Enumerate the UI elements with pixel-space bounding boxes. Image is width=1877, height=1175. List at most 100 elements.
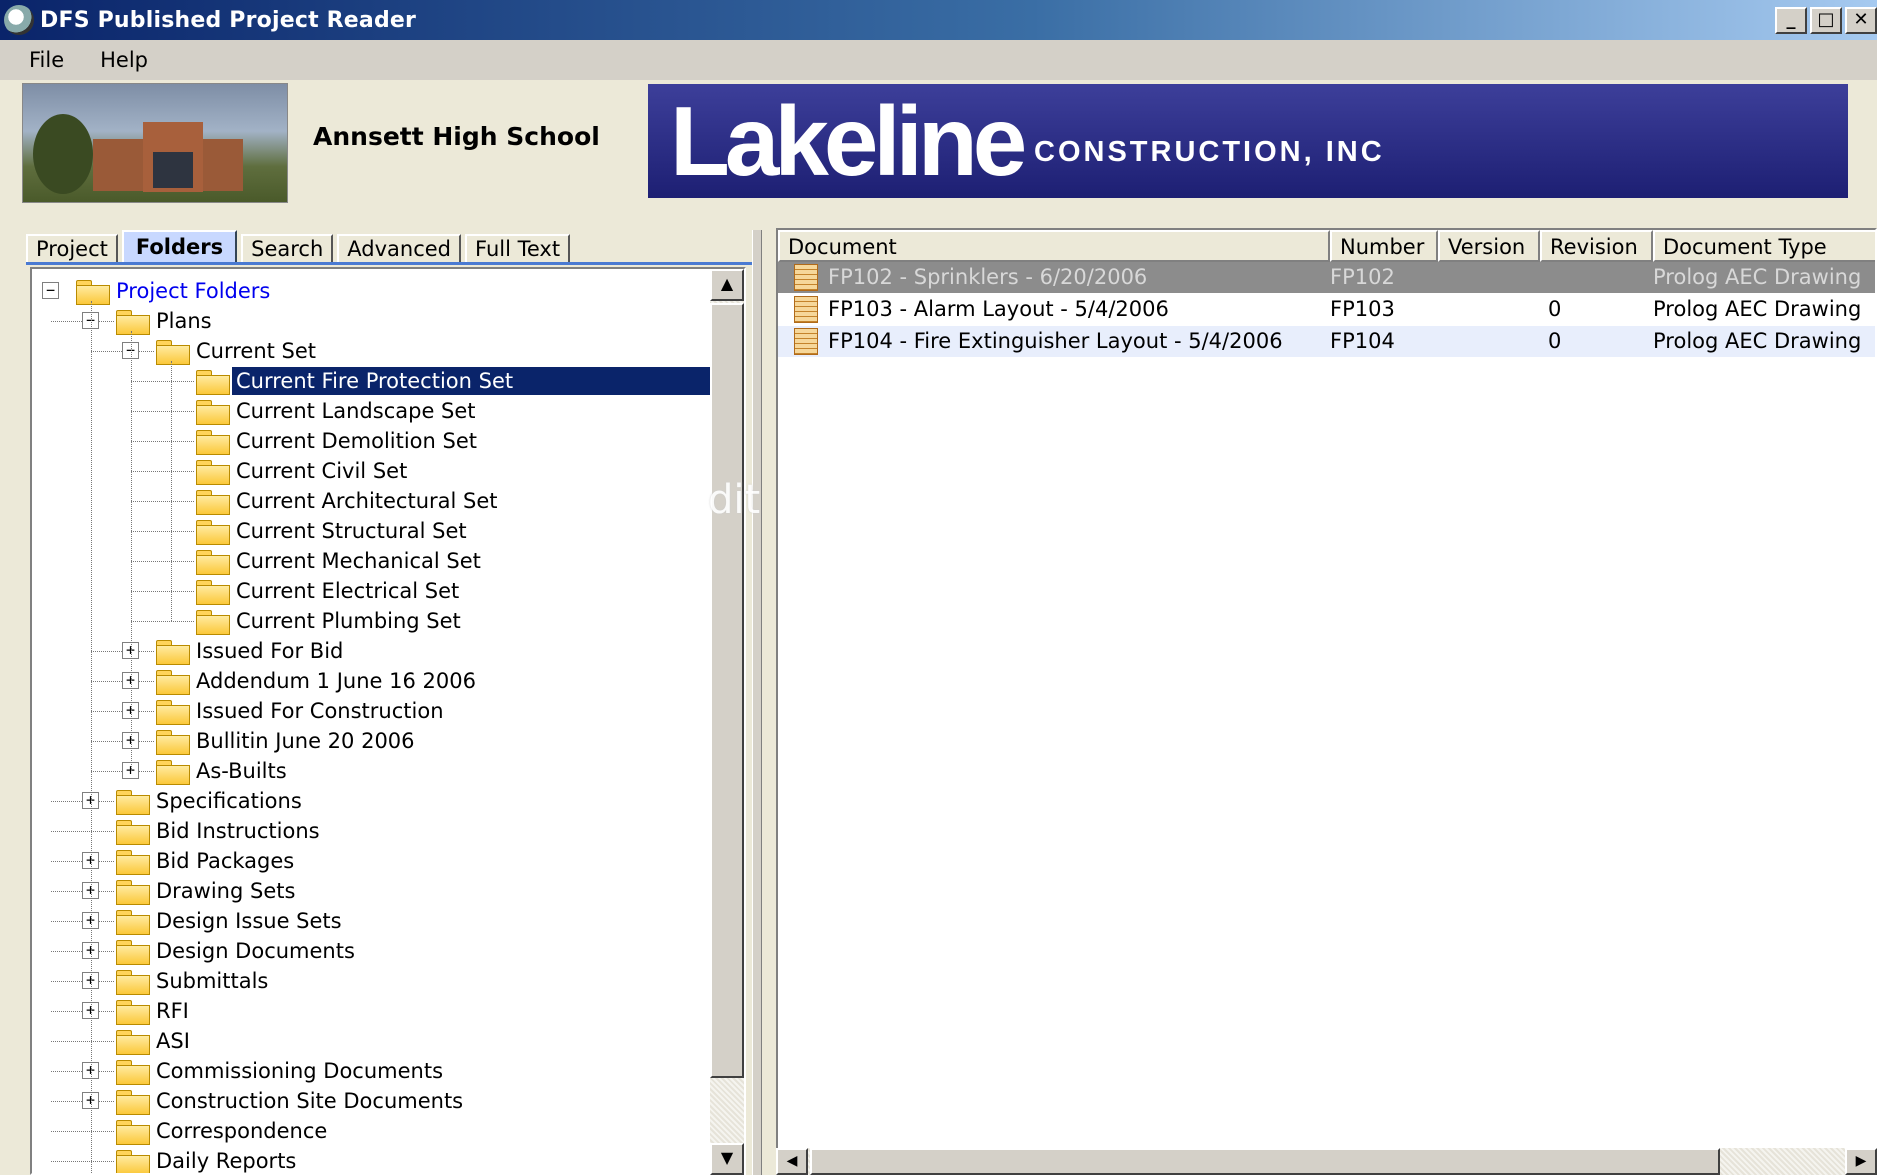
- tree-node-label[interactable]: Current Landscape Set: [232, 397, 480, 425]
- scroll-right-button[interactable]: ▶: [1845, 1148, 1877, 1175]
- folder-icon: [114, 938, 150, 965]
- folder-icon: [154, 668, 190, 695]
- tree-node[interactable]: + Specifications: [32, 786, 732, 816]
- minimize-button[interactable]: _: [1775, 7, 1807, 34]
- tree-node[interactable]: + Drawing Sets: [32, 876, 732, 906]
- tree-node-label[interactable]: Addendum 1 June 16 2006: [192, 667, 480, 695]
- tree-node-label[interactable]: Current Architectural Set: [232, 487, 502, 515]
- tree-node-label[interactable]: Issued For Bid: [192, 637, 347, 665]
- close-button[interactable]: ✕: [1845, 7, 1877, 34]
- tree-node-label[interactable]: Current Set: [192, 337, 320, 365]
- tree-node[interactable]: − Plans: [32, 306, 732, 336]
- tab-folders[interactable]: Folders: [121, 230, 238, 264]
- tree-node-label[interactable]: Commissioning Documents: [152, 1057, 447, 1085]
- tree-node-label[interactable]: Current Fire Protection Set: [232, 367, 710, 395]
- tree-node-label[interactable]: RFI: [152, 997, 193, 1025]
- tree-node[interactable]: + Design Issue Sets: [32, 906, 732, 936]
- tree-node-label[interactable]: As-Builts: [192, 757, 291, 785]
- tree-node-label[interactable]: Daily Reports: [152, 1147, 300, 1173]
- tree-node-label[interactable]: Current Demolition Set: [232, 427, 481, 455]
- scroll-up-button[interactable]: ▲: [710, 269, 744, 301]
- tree-node[interactable]: Daily Reports: [32, 1146, 732, 1173]
- scroll-thumb[interactable]: [710, 303, 744, 1078]
- tree-node[interactable]: Correspondence: [32, 1116, 732, 1146]
- tree-node[interactable]: + Submittals: [32, 966, 732, 996]
- tree-node[interactable]: + Bullitin June 20 2006: [32, 726, 732, 756]
- scroll-down-button[interactable]: ▼: [710, 1143, 744, 1175]
- tree-node[interactable]: + Design Documents: [32, 936, 732, 966]
- tree-node[interactable]: + Issued For Bid: [32, 636, 732, 666]
- column-header-version[interactable]: Version: [1438, 230, 1540, 262]
- tree-node[interactable]: Current Structural Set: [32, 516, 732, 546]
- tree-node-label[interactable]: Design Documents: [152, 937, 359, 965]
- tree-node-label[interactable]: Correspondence: [152, 1117, 331, 1145]
- tree-node-label[interactable]: Current Civil Set: [232, 457, 411, 485]
- column-header-revision[interactable]: Revision: [1540, 230, 1653, 262]
- collapse-icon[interactable]: −: [42, 282, 59, 299]
- tree-vertical-scrollbar[interactable]: ▲ ▼: [710, 269, 744, 1175]
- tree-node-label[interactable]: Current Structural Set: [232, 517, 471, 545]
- tree-node[interactable]: Current Civil Set: [32, 456, 732, 486]
- folder-icon: [114, 1088, 150, 1115]
- maximize-button[interactable]: □: [1810, 7, 1842, 34]
- pane-splitter[interactable]: [752, 230, 762, 1175]
- documents-horizontal-scrollbar[interactable]: ◀ ▶: [776, 1148, 1877, 1175]
- folder-icon: [114, 818, 150, 845]
- tab-search[interactable]: Search: [241, 234, 334, 264]
- tree-node[interactable]: Current Plumbing Set: [32, 606, 732, 636]
- table-row[interactable]: FP103 - Alarm Layout - 5/4/2006 FP103 0 Pro…: [778, 294, 1875, 325]
- cell-type: Prolog AEC Drawing: [1653, 297, 1862, 321]
- tab-advanced[interactable]: Advanced: [337, 234, 462, 264]
- tree-node[interactable]: + Addendum 1 June 16 2006: [32, 666, 732, 696]
- tree-node[interactable]: + Bid Packages: [32, 846, 732, 876]
- tree-node[interactable]: + Construction Site Documents: [32, 1086, 732, 1116]
- tree-node-label[interactable]: ASI: [152, 1027, 194, 1055]
- tree-node[interactable]: − Project Folders: [32, 276, 732, 306]
- column-header-number[interactable]: Number: [1330, 230, 1438, 262]
- tree-node[interactable]: Current Architectural Set: [32, 486, 732, 516]
- tree-guide-line: [91, 301, 92, 1173]
- table-row[interactable]: FP104 - Fire Extinguisher Layout - 5/4/2…: [778, 326, 1875, 357]
- tree-node[interactable]: + As-Builts: [32, 756, 732, 786]
- tree-node[interactable]: Current Fire Protection Set: [32, 366, 732, 396]
- tree-node-label[interactable]: Submittals: [152, 967, 272, 995]
- horizontal-scroll-thumb[interactable]: [810, 1148, 1720, 1175]
- tree-node-label[interactable]: Design Issue Sets: [152, 907, 346, 935]
- tree-node[interactable]: Current Electrical Set: [32, 576, 732, 606]
- tree-node[interactable]: Current Demolition Set: [32, 426, 732, 456]
- tree-node[interactable]: − Current Set: [32, 336, 732, 366]
- tree-node-label[interactable]: Current Mechanical Set: [232, 547, 485, 575]
- table-row[interactable]: FP102 - Sprinklers - 6/20/2006 FP102 Prolo…: [778, 262, 1875, 293]
- tree-node[interactable]: Bid Instructions: [32, 816, 732, 846]
- tree-node[interactable]: Current Landscape Set: [32, 396, 732, 426]
- menu-help[interactable]: Help: [79, 48, 163, 72]
- folder-tree[interactable]: − Project Folders − Plans − Current Set Curren…: [30, 267, 746, 1175]
- tree-node[interactable]: + Commissioning Documents: [32, 1056, 732, 1086]
- tree-node-label[interactable]: Bid Packages: [152, 847, 298, 875]
- tab-full-text[interactable]: Full Text: [465, 234, 571, 264]
- tree-node-label[interactable]: Drawing Sets: [152, 877, 299, 905]
- tree-node-label[interactable]: Specifications: [152, 787, 306, 815]
- tree-node-label[interactable]: Bid Instructions: [152, 817, 324, 845]
- column-header-document[interactable]: Document: [778, 230, 1330, 262]
- tree-node[interactable]: + RFI: [32, 996, 732, 1026]
- tab-project[interactable]: Project: [26, 234, 118, 264]
- tree-node-label[interactable]: Project Folders: [112, 277, 274, 305]
- project-header: Annsett High School Lakeline CONSTRUCTIO…: [0, 80, 1877, 210]
- cell-number: FP103: [1330, 297, 1395, 321]
- tree-node-label[interactable]: Bullitin June 20 2006: [192, 727, 419, 755]
- tree-node-label[interactable]: Current Plumbing Set: [232, 607, 465, 635]
- tree-node-label[interactable]: Plans: [152, 307, 216, 335]
- folder-icon: [154, 698, 190, 725]
- tree-node[interactable]: + Issued For Construction: [32, 696, 732, 726]
- column-header-document-type[interactable]: Document Type: [1653, 230, 1875, 262]
- scroll-left-button[interactable]: ◀: [776, 1148, 808, 1175]
- menu-file[interactable]: File: [0, 48, 79, 72]
- tree-node[interactable]: ASI: [32, 1026, 732, 1056]
- tree-node-label[interactable]: Construction Site Documents: [152, 1087, 467, 1115]
- document-icon: [794, 264, 818, 291]
- tree-node-label[interactable]: Issued For Construction: [192, 697, 448, 725]
- tree-node-label[interactable]: Current Electrical Set: [232, 577, 463, 605]
- tree-node[interactable]: Current Mechanical Set: [32, 546, 732, 576]
- overlay-text: dit: [708, 477, 761, 523]
